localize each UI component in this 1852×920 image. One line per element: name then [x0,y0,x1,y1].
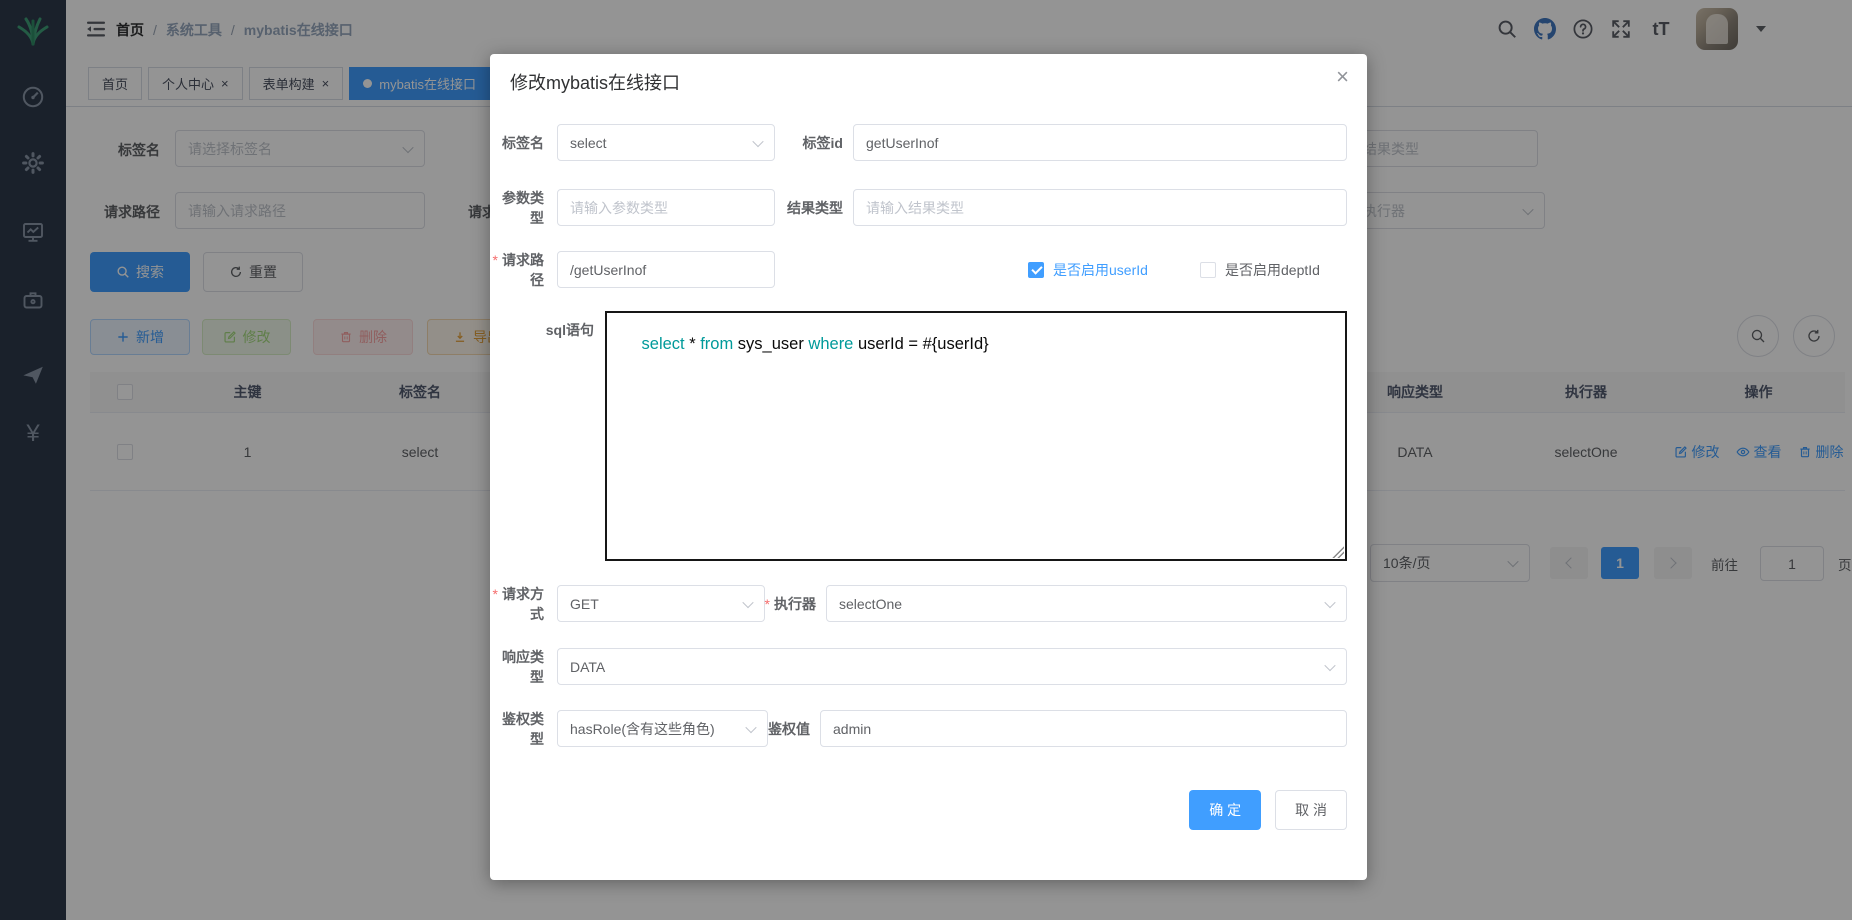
tag-id-label: 标签id [803,133,853,153]
input-value: admin [833,721,871,737]
chevron-down-icon [752,135,763,146]
edit-mybatis-dialog: 修改mybatis在线接口 × 标签名 select 标签id getUserI… [490,54,1367,880]
request-path-label: 请求路径 [490,250,557,290]
tag-name-select[interactable]: select [557,124,775,161]
placeholder: 请输入结果类型 [866,198,964,218]
checkbox-unchecked-icon[interactable] [1200,262,1216,278]
result-type-input[interactable]: 请输入结果类型 [853,189,1347,226]
sql-label: sql语句 [490,320,594,340]
chevron-down-icon [1324,659,1335,670]
dialog-title: 修改mybatis在线接口 [510,69,680,95]
app-root: ¥ 首页 / 系统工具 / mybatis在线接口 [0,0,1852,920]
request-method-label: 请求方式 [490,584,557,624]
result-type-label: 结果类型 [787,198,853,218]
input-value: getUserInof [866,135,938,151]
param-type-input[interactable]: 请输入参数类型 [557,189,775,226]
auth-value-label: 鉴权值 [768,719,820,739]
checkbox-label: 是否启用userId [1053,260,1148,280]
dialog-footer: 确 定 取 消 [1189,790,1347,830]
response-type-label: 响应类型 [490,647,557,687]
enable-deptid-checkbox[interactable]: 是否启用deptId [1200,260,1320,280]
tag-id-input[interactable]: getUserInof [853,124,1347,161]
chevron-down-icon [745,721,756,732]
select-value: selectOne [839,596,902,612]
checkbox-label: 是否启用deptId [1225,260,1320,280]
enable-userid-checkbox[interactable]: 是否启用userId [1028,260,1200,280]
select-value: GET [570,596,599,612]
confirm-button[interactable]: 确 定 [1189,790,1261,830]
checkbox-group: 是否启用userId 是否启用deptId [1028,260,1347,280]
request-method-select[interactable]: GET [557,585,765,622]
executor-select[interactable]: selectOne [826,585,1347,622]
response-type-select[interactable]: DATA [557,648,1347,685]
select-value: DATA [570,659,605,675]
cancel-button[interactable]: 取 消 [1275,790,1347,830]
checkbox-checked-icon[interactable] [1028,262,1044,278]
close-icon[interactable]: × [1336,66,1349,88]
request-path-input[interactable]: /getUserInof [557,251,775,288]
select-value: hasRole(含有这些角色) [570,719,715,739]
sql-code-editor[interactable]: select * from sys_user where userId = #{… [605,311,1347,561]
chevron-down-icon [742,596,753,607]
select-value: select [570,135,607,151]
param-type-label: 参数类型 [490,188,557,228]
auth-value-input[interactable]: admin [820,710,1347,747]
auth-type-select[interactable]: hasRole(含有这些角色) [557,710,768,747]
auth-type-label: 鉴权类型 [490,709,557,749]
tag-name-label: 标签名 [490,133,557,153]
input-value: /getUserInof [570,262,646,278]
placeholder: 请输入参数类型 [570,198,668,218]
executor-label: 执行器 [765,594,826,614]
chevron-down-icon [1324,596,1335,607]
